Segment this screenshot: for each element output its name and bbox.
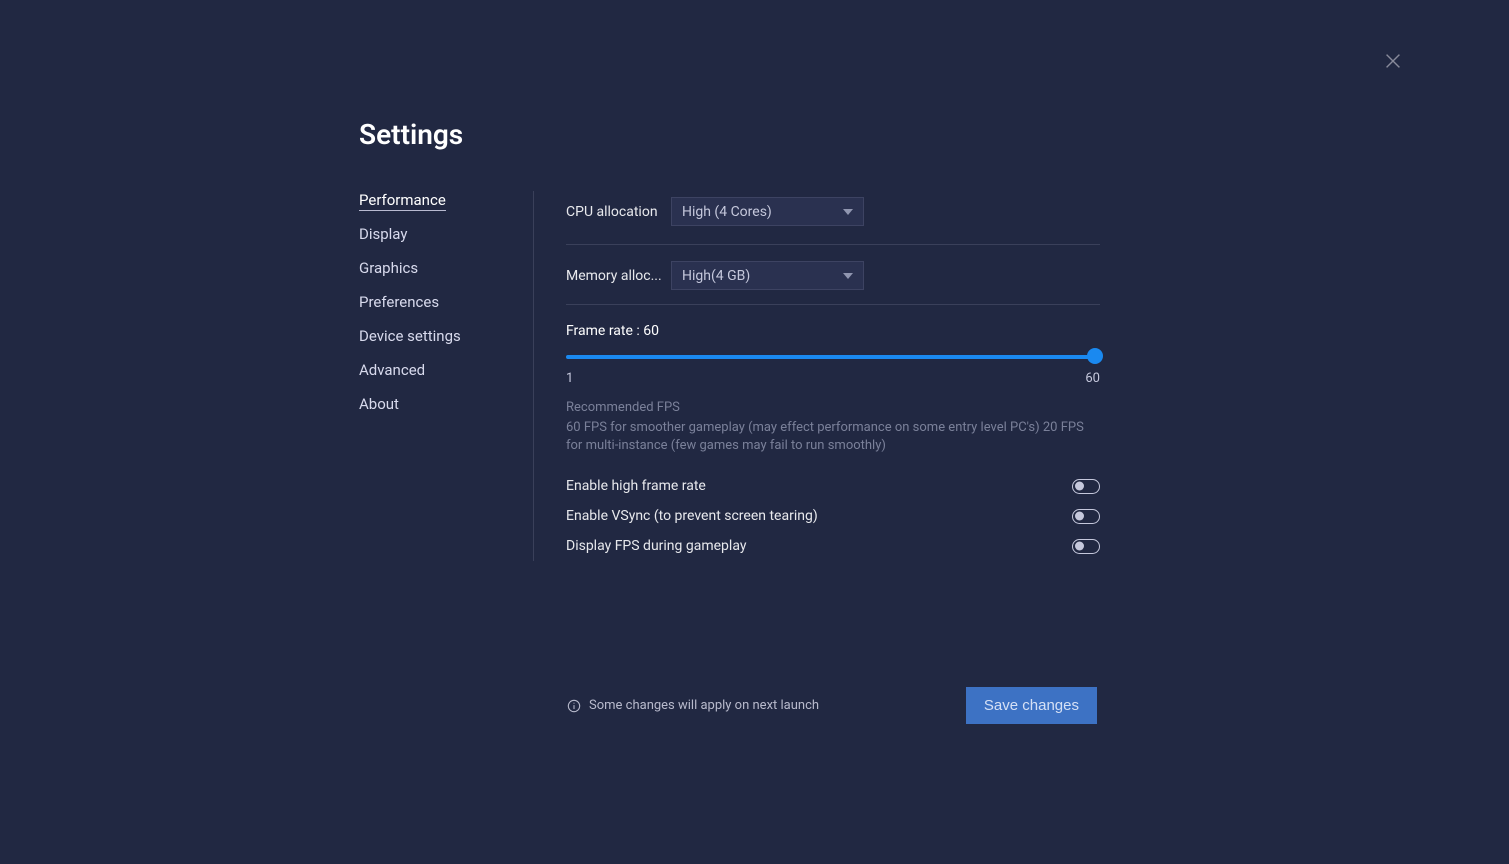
sidebar-item-label: Graphics — [359, 259, 418, 277]
chevron-down-icon — [843, 268, 853, 284]
sidebar-item-label: Performance — [359, 191, 446, 211]
sidebar-item-label: Preferences — [359, 293, 439, 311]
footer-info: Some changes will apply on next launch — [567, 698, 819, 713]
toggle-row-display-fps: Display FPS during gameplay — [566, 531, 1100, 561]
save-changes-button[interactable]: Save changes — [966, 687, 1097, 724]
footer-info-text: Some changes will apply on next launch — [589, 698, 819, 713]
fps-hint-title: Recommended FPS — [566, 400, 1100, 415]
frame-rate-section: Frame rate : 60 1 60 Recommended FPS 60 … — [566, 305, 1100, 561]
frame-rate-label: Frame rate : 60 — [566, 323, 1100, 339]
frame-rate-slider[interactable] — [566, 351, 1100, 365]
settings-main-panel: CPU allocation High (4 Cores) Memory all… — [534, 191, 1100, 561]
slider-min: 1 — [566, 371, 573, 386]
close-button[interactable] — [1382, 50, 1404, 72]
sidebar-item-about[interactable]: About — [359, 395, 533, 429]
close-icon — [1382, 50, 1404, 72]
sidebar-item-advanced[interactable]: Advanced — [359, 361, 533, 395]
info-icon — [567, 699, 581, 713]
cpu-allocation-row: CPU allocation High (4 Cores) — [566, 191, 1100, 245]
sidebar-item-device-settings[interactable]: Device settings — [359, 327, 533, 361]
toggle-knob — [1075, 512, 1084, 521]
memory-allocation-row: Memory alloc... High(4 GB) — [566, 245, 1100, 305]
toggle-knob — [1075, 482, 1084, 491]
sidebar-item-label: Display — [359, 225, 407, 243]
toggle-label: Display FPS during gameplay — [566, 538, 746, 554]
fps-hint-body: 60 FPS for smoother gameplay (may effect… — [566, 419, 1100, 455]
slider-thumb[interactable] — [1087, 348, 1103, 364]
toggle-vsync[interactable] — [1072, 509, 1100, 524]
sidebar-item-label: Advanced — [359, 361, 425, 379]
cpu-allocation-label: CPU allocation — [566, 204, 671, 220]
sidebar-item-label: Device settings — [359, 327, 461, 345]
memory-allocation-label: Memory alloc... — [566, 268, 671, 284]
sidebar-item-performance[interactable]: Performance — [359, 191, 533, 225]
cpu-allocation-select[interactable]: High (4 Cores) — [671, 197, 864, 226]
toggle-row-vsync: Enable VSync (to prevent screen tearing) — [566, 501, 1100, 531]
toggle-high-frame-rate[interactable] — [1072, 479, 1100, 494]
toggle-row-high-frame-rate: Enable high frame rate — [566, 471, 1100, 501]
sidebar-item-preferences[interactable]: Preferences — [359, 293, 533, 327]
toggle-label: Enable high frame rate — [566, 478, 706, 494]
settings-sidebar: Performance Display Graphics Preferences… — [359, 191, 534, 561]
toggle-knob — [1075, 542, 1084, 551]
memory-allocation-select[interactable]: High(4 GB) — [671, 261, 864, 290]
chevron-down-icon — [843, 204, 853, 220]
toggle-label: Enable VSync (to prevent screen tearing) — [566, 508, 818, 524]
slider-range-labels: 1 60 — [566, 371, 1100, 386]
sidebar-item-display[interactable]: Display — [359, 225, 533, 259]
toggle-display-fps[interactable] — [1072, 539, 1100, 554]
select-value: High (4 Cores) — [682, 204, 772, 220]
slider-track — [566, 355, 1100, 359]
sidebar-item-label: About — [359, 395, 399, 413]
settings-footer: Some changes will apply on next launch S… — [567, 687, 1097, 724]
sidebar-item-graphics[interactable]: Graphics — [359, 259, 533, 293]
select-value: High(4 GB) — [682, 268, 750, 284]
page-title: Settings — [359, 118, 1100, 151]
slider-max: 60 — [1085, 371, 1100, 386]
